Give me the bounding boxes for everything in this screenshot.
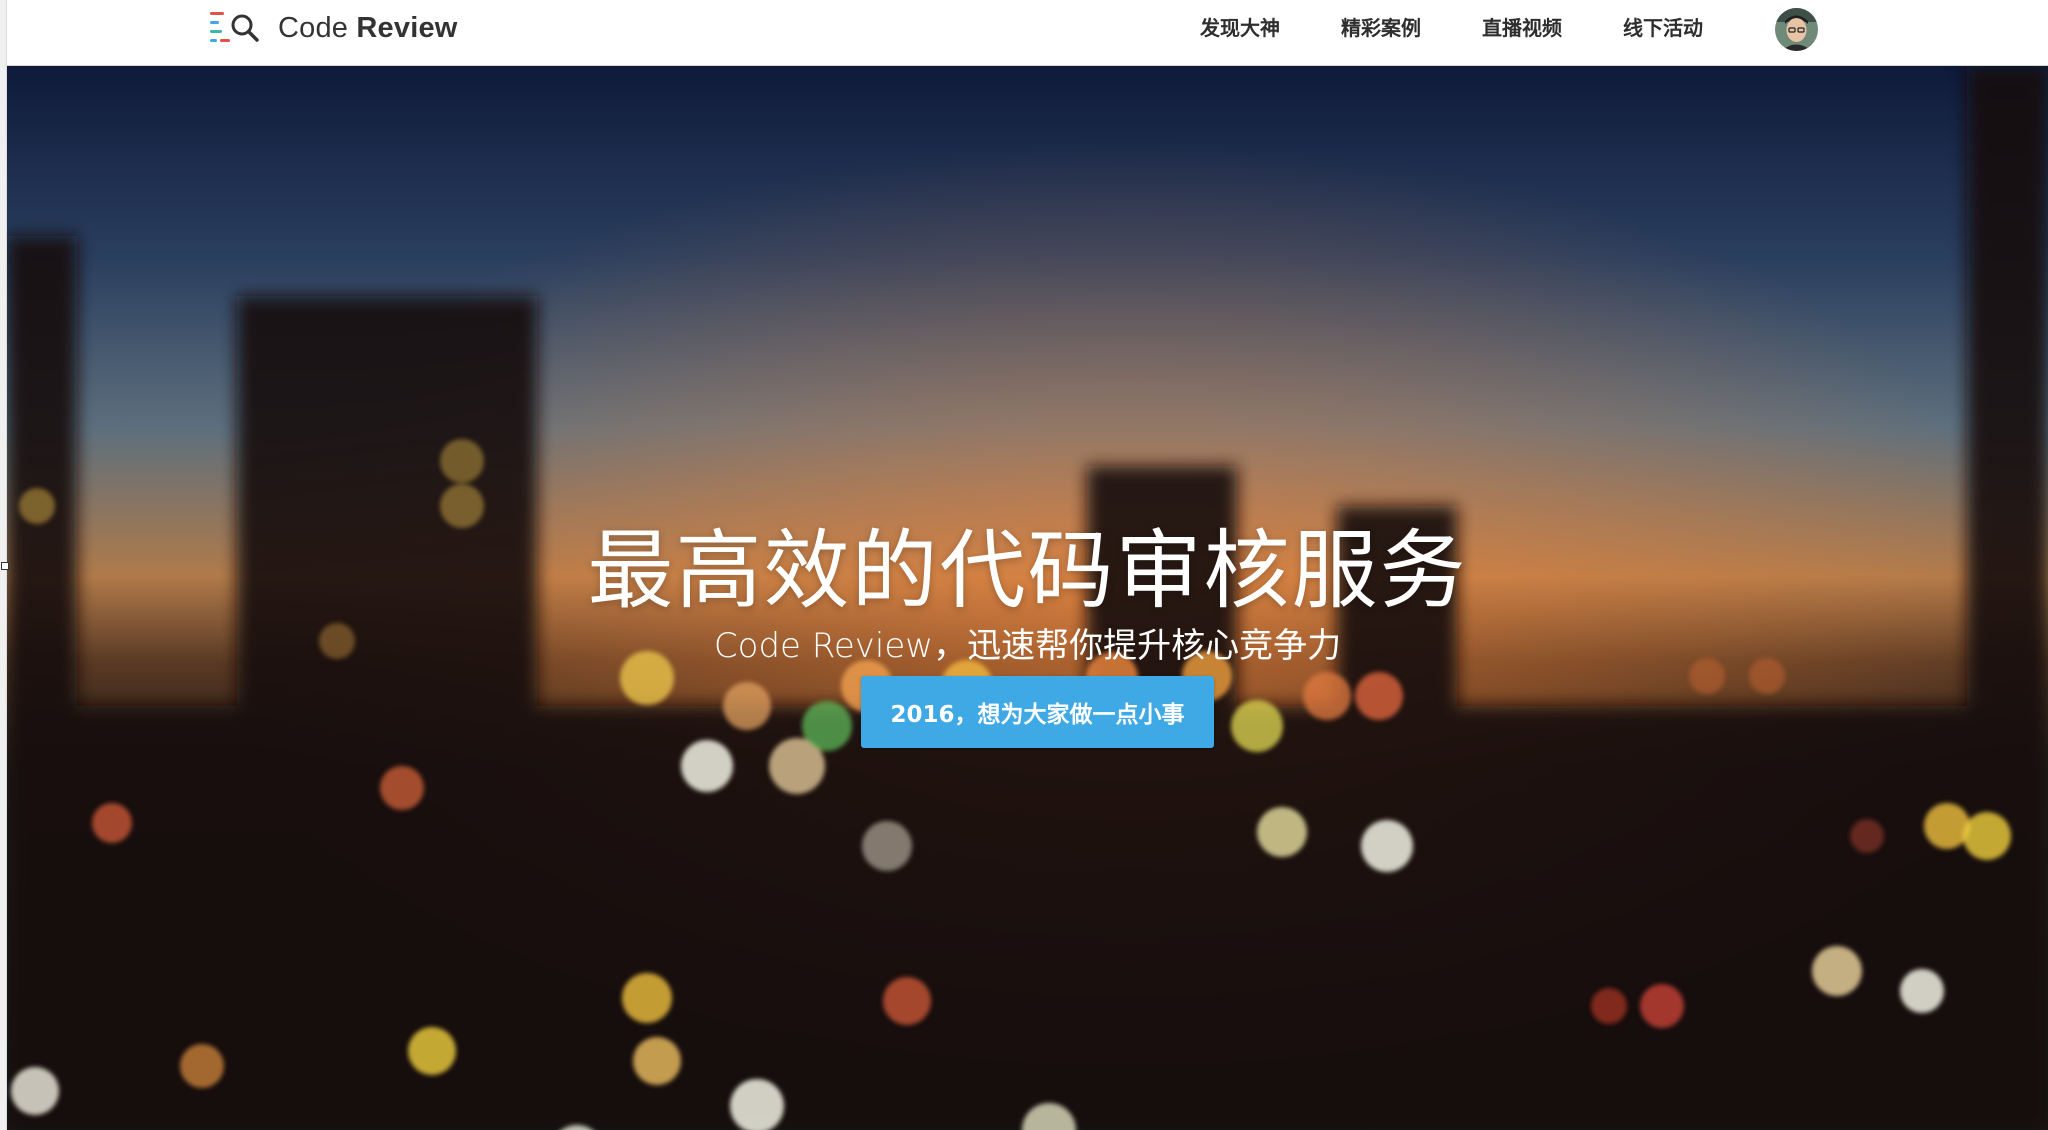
hero-title: 最高效的代码审核服务 <box>587 520 1468 621</box>
site-logo[interactable]: Code Review <box>208 6 458 50</box>
hero-subtitle: Code Review，迅速帮你提升核心竞争力 <box>713 626 1342 666</box>
main-nav: 发现大神 精彩案例 直播视频 线下活动 <box>1200 14 1703 42</box>
resize-handle[interactable] <box>1 562 9 570</box>
cta-button[interactable]: 2016，想为大家做一点小事 <box>861 676 1214 748</box>
nav-discover-experts[interactable]: 发现大神 <box>1200 14 1280 42</box>
nav-offline-events[interactable]: 线下活动 <box>1623 14 1703 42</box>
nav-live-videos[interactable]: 直播视频 <box>1482 14 1562 42</box>
logo-text-bold: Review <box>356 11 458 44</box>
top-navbar: Code Review 发现大神 精彩案例 直播视频 线下活动 <box>7 0 2048 66</box>
user-avatar[interactable] <box>1775 8 1818 51</box>
hero-section: 最高效的代码审核服务 Code Review，迅速帮你提升核心竞争力 2016，… <box>7 66 2048 1130</box>
avatar-icon <box>1775 8 1818 51</box>
window-left-edge <box>0 0 9 1130</box>
logo-text-light: Code <box>278 11 357 44</box>
code-search-logo-icon <box>210 12 259 42</box>
nav-featured-cases[interactable]: 精彩案例 <box>1341 14 1421 42</box>
logo-text: Code Review <box>278 12 458 45</box>
